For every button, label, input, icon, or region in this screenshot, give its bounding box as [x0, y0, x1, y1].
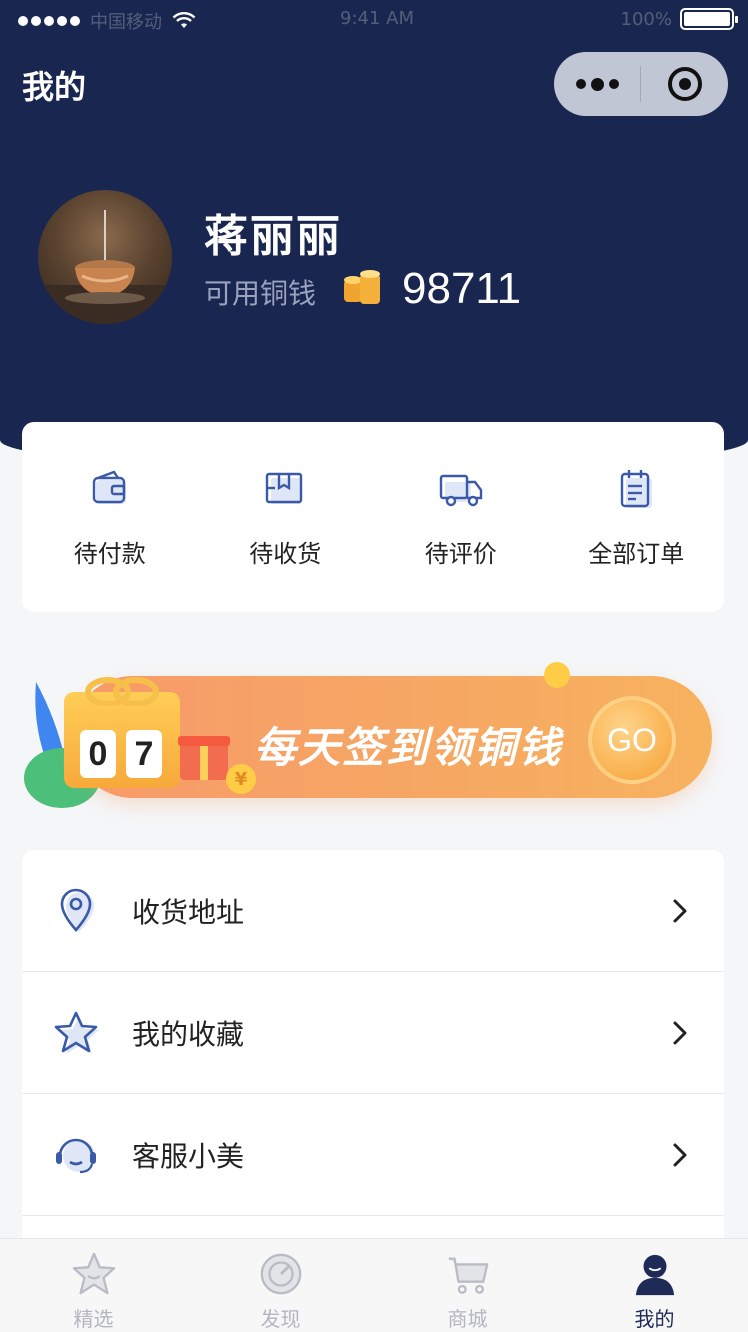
- menu-item-address[interactable]: 收货地址: [22, 850, 724, 972]
- target-icon: [667, 67, 702, 101]
- menu-label: 我的收藏: [132, 1017, 245, 1051]
- avatar[interactable]: [38, 190, 172, 324]
- tab-bar: 精选 发现 商城 我的: [0, 1238, 748, 1332]
- coins-label: 可用铜钱: [204, 277, 317, 310]
- calendar-digit: 0: [80, 730, 116, 778]
- checkin-banner[interactable]: 0 7 ¥ 每天签到领铜钱 GO: [22, 632, 726, 822]
- chevron-right-icon: [673, 899, 687, 923]
- more-menu-button[interactable]: [554, 52, 640, 116]
- tab-discover[interactable]: 发现: [187, 1239, 374, 1332]
- menu-label: 客服小美: [132, 1139, 245, 1173]
- package-icon: [266, 472, 303, 504]
- status-time: 9:41 AM: [340, 8, 414, 29]
- close-miniprogram-button[interactable]: [641, 52, 728, 116]
- wallet-icon: [92, 470, 126, 504]
- tab-label: 精选: [73, 1307, 114, 1331]
- headset-icon: [56, 1138, 96, 1174]
- tab-mine[interactable]: 我的: [561, 1239, 748, 1332]
- battery-percent: 100%: [620, 8, 672, 30]
- calendar-digit: 7: [126, 730, 162, 778]
- tab-label: 发现: [260, 1307, 301, 1331]
- coin-stack-icon: [344, 270, 380, 304]
- incense-bowl-image: [38, 210, 172, 324]
- user-icon: [635, 1254, 674, 1296]
- order-label: 待评价: [424, 540, 497, 568]
- tab-featured[interactable]: 精选: [0, 1239, 187, 1332]
- orders-card: 待付款 待收货 待评价 全部订单: [22, 422, 724, 612]
- bow-decoration: [85, 677, 159, 706]
- order-label: 待收货: [249, 540, 322, 568]
- go-button[interactable]: GO: [588, 696, 676, 784]
- order-pending-payment[interactable]: 待付款: [22, 422, 198, 612]
- menu-item-customer-service[interactable]: 客服小美: [22, 1094, 724, 1216]
- carrier-name: 中国移动: [90, 12, 162, 33]
- tab-label: 我的: [634, 1307, 675, 1331]
- cart-icon: [448, 1257, 488, 1294]
- menu-item-favorites[interactable]: 我的收藏: [22, 972, 724, 1094]
- signal-icon: [18, 16, 80, 26]
- order-pending-review[interactable]: 待评价: [373, 422, 549, 612]
- order-label: 待付款: [73, 540, 146, 568]
- coin-decoration: [544, 662, 570, 688]
- document-icon: [621, 470, 653, 508]
- chevron-right-icon: [673, 1021, 687, 1045]
- currency-coin-icon: ¥: [226, 764, 256, 794]
- calendar-icon: 0 7: [64, 692, 180, 788]
- user-name: 蒋丽丽: [204, 211, 342, 262]
- order-label: 全部订单: [588, 540, 685, 568]
- coins-value: 98711: [402, 264, 522, 313]
- status-right: 100%: [620, 8, 738, 30]
- order-pending-receipt[interactable]: 待收货: [198, 422, 374, 612]
- location-pin-icon: [60, 888, 94, 932]
- gift-icon: [178, 736, 230, 780]
- status-bar: 中国移动 9:41 AM 100%: [0, 0, 748, 40]
- battery-level-fill: [684, 12, 730, 26]
- star-icon: [54, 1011, 99, 1054]
- chevron-right-icon: [673, 1143, 687, 1167]
- menu-label: 收货地址: [132, 895, 245, 929]
- menu-list: 收货地址 我的收藏 客服小美: [22, 850, 724, 1250]
- truck-icon: [439, 474, 482, 507]
- tab-label: 商城: [447, 1307, 488, 1331]
- wifi-icon: [172, 12, 196, 28]
- order-all[interactable]: 全部订单: [549, 422, 725, 612]
- banner-text: 每天签到领铜钱: [254, 723, 563, 772]
- status-left: 中国移动: [18, 8, 196, 34]
- miniprogram-capsule: [554, 52, 728, 116]
- compass-icon: [260, 1253, 301, 1295]
- tab-mall[interactable]: 商城: [374, 1239, 561, 1332]
- page-title: 我的: [22, 68, 87, 106]
- star-face-icon: [72, 1252, 115, 1295]
- battery-icon: [680, 8, 738, 30]
